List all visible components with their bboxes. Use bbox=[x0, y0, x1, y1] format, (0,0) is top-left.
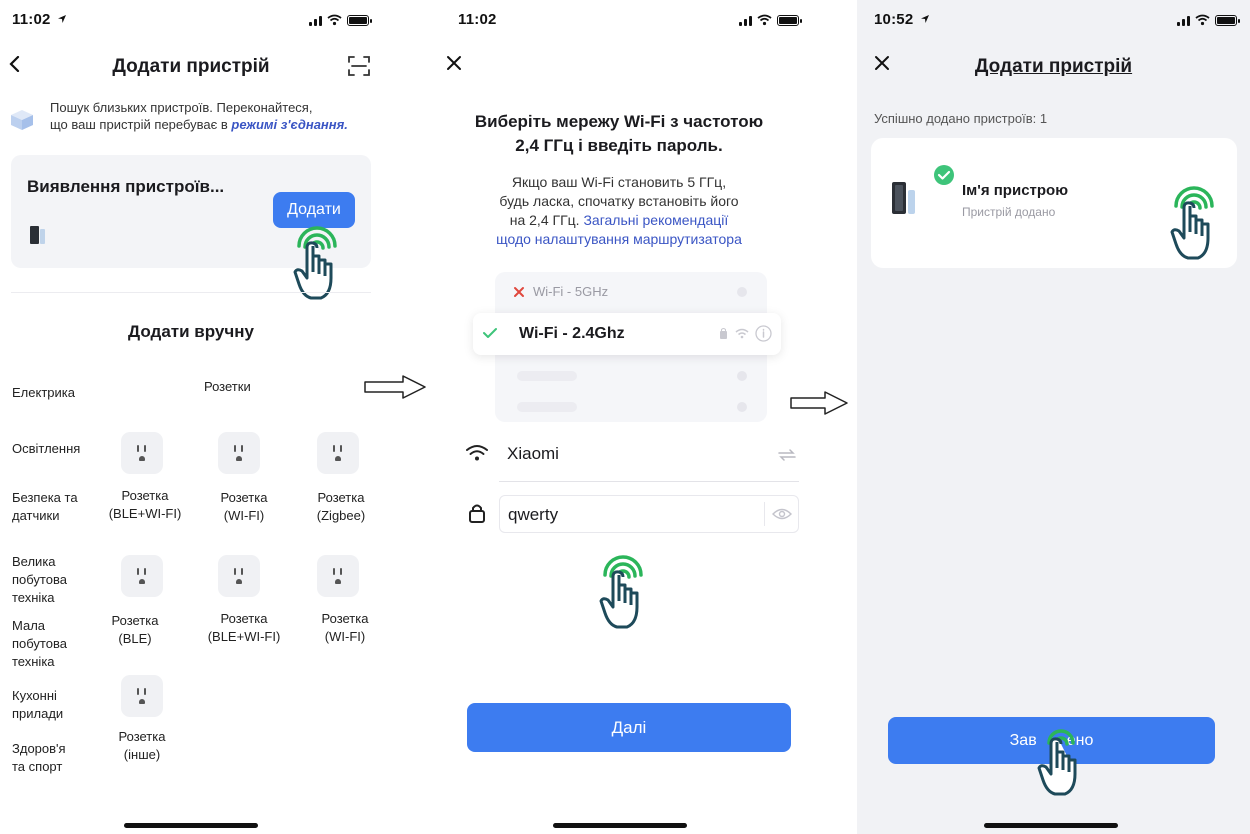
wifi-icon bbox=[466, 445, 488, 461]
arrow-right-icon bbox=[790, 391, 848, 415]
screen-add-device-search: 11:02 Додати пристрій Пошук близьких при… bbox=[0, 0, 382, 834]
device-label[interactable]: Розетка (Zigbee) bbox=[291, 489, 382, 525]
lock-small-icon bbox=[720, 328, 727, 339]
tap-hand-icon bbox=[599, 555, 643, 629]
network-item-5ghz: Wi-Fi - 5GHz bbox=[495, 274, 767, 310]
device-label[interactable]: Розетка (WI-FI) bbox=[194, 489, 294, 525]
separator bbox=[764, 502, 765, 526]
cellular-signal-icon bbox=[739, 14, 752, 26]
divider bbox=[499, 481, 799, 482]
wifi-status-icon bbox=[327, 14, 342, 26]
battery-icon bbox=[347, 14, 372, 26]
info-icon bbox=[737, 287, 747, 297]
page-title: Додати пристрій bbox=[112, 56, 270, 77]
location-arrow-icon bbox=[57, 15, 66, 23]
success-count-label: Успішно додано пристроїв: 1 bbox=[874, 111, 1048, 126]
battery-icon bbox=[777, 14, 802, 26]
detected-device-icon bbox=[30, 226, 45, 244]
status-icons bbox=[739, 14, 802, 26]
network-placeholder bbox=[517, 402, 577, 412]
socket-icon[interactable] bbox=[317, 555, 359, 597]
wifi-heading: Виберіть мережу Wi-Fi з частотою 2,4 ГГц… bbox=[474, 112, 764, 155]
divider bbox=[11, 292, 371, 293]
password-input[interactable]: qwerty bbox=[508, 505, 558, 525]
router-guide-link[interactable]: Загальні рекомендації bbox=[583, 212, 728, 228]
category-item-security[interactable]: Безпека та датчики bbox=[12, 489, 78, 525]
x-mark-icon bbox=[514, 287, 524, 297]
close-icon[interactable] bbox=[446, 55, 462, 71]
eye-icon[interactable] bbox=[772, 507, 792, 521]
category-item-lighting[interactable]: Освітлення bbox=[12, 440, 80, 458]
network-item-24ghz[interactable]: Wi-Fi - 2.4Ghz bbox=[473, 313, 781, 355]
device-status: Пристрій додано bbox=[962, 205, 1056, 219]
status-time: 11:02 bbox=[12, 11, 67, 28]
battery-icon bbox=[1215, 14, 1240, 26]
network-name: Wi-Fi - 2.4Ghz bbox=[519, 325, 625, 342]
device-label[interactable]: Розетка (BLE) bbox=[85, 612, 185, 648]
status-time: 10:52 bbox=[874, 11, 930, 28]
tap-hand-icon bbox=[1170, 186, 1214, 260]
socket-icon[interactable] bbox=[218, 432, 260, 474]
wifi-status-icon bbox=[757, 14, 772, 26]
device-router-icon bbox=[892, 182, 915, 214]
wifi-hint: Якщо ваш Wi-Fi становить 5 ГГц, будь лас… bbox=[433, 173, 805, 249]
socket-icon[interactable] bbox=[121, 675, 163, 717]
wifi-status-icon bbox=[1195, 14, 1210, 26]
network-placeholder-dot bbox=[737, 371, 747, 381]
category-item-electrical[interactable]: Електрика bbox=[12, 384, 75, 402]
tap-hand-icon bbox=[293, 226, 337, 300]
add-device-button[interactable]: Додати bbox=[273, 192, 355, 228]
checkmark-icon bbox=[483, 328, 497, 338]
category-item-large-appliances[interactable]: Велика побутова техніка bbox=[12, 553, 67, 607]
status-time: 11:02 bbox=[458, 11, 497, 28]
socket-icon[interactable] bbox=[121, 432, 163, 474]
socket-icon[interactable] bbox=[218, 555, 260, 597]
home-indicator bbox=[984, 823, 1118, 828]
device-label[interactable]: Розетка (WI-FI) bbox=[295, 610, 382, 646]
socket-icon[interactable] bbox=[121, 555, 163, 597]
switch-network-icon[interactable] bbox=[777, 449, 797, 461]
socket-icon[interactable] bbox=[317, 432, 359, 474]
screen-wifi-setup: 11:02 Виберіть мережу Wi-Fi з частотою 2… bbox=[433, 0, 805, 834]
info-icon[interactable] bbox=[755, 325, 772, 342]
device-cube-icon bbox=[11, 110, 33, 130]
location-arrow-icon bbox=[920, 15, 929, 23]
pairing-mode-link[interactable]: режимі з'єднання. bbox=[231, 117, 348, 132]
screen-device-added: 10:52 Додати пристрій Успішно додано при… bbox=[857, 0, 1250, 834]
status-icons bbox=[1177, 14, 1240, 26]
wifi-signal-icon bbox=[735, 328, 749, 339]
status-icons bbox=[309, 14, 372, 26]
scan-qr-icon[interactable] bbox=[347, 55, 371, 77]
ssid-input[interactable]: Xiaomi bbox=[507, 444, 559, 464]
manual-add-title: Додати вручну bbox=[128, 322, 254, 341]
tap-hand-icon bbox=[1037, 729, 1077, 796]
detecting-label: Виявлення пристроїв... bbox=[27, 177, 225, 196]
home-indicator bbox=[553, 823, 687, 828]
network-name: Wi-Fi - 5GHz bbox=[533, 284, 609, 299]
router-guide-link-cont[interactable]: щодо налаштування маршрутизатора bbox=[433, 230, 805, 249]
device-label[interactable]: Розетка (BLE+WI-FI) bbox=[194, 610, 294, 646]
page-title: Додати пристрій bbox=[974, 56, 1133, 77]
password-field[interactable]: qwerty bbox=[499, 495, 799, 533]
device-name: Ім'я пристрою bbox=[962, 182, 1069, 199]
device-label[interactable]: Розетка (інше) bbox=[92, 728, 192, 764]
network-placeholder-dot bbox=[737, 402, 747, 412]
device-label[interactable]: Розетка (BLE+WI-FI) bbox=[95, 487, 195, 523]
cellular-signal-icon bbox=[309, 14, 322, 26]
success-check-icon bbox=[934, 165, 954, 185]
next-button[interactable]: Далі bbox=[467, 703, 791, 752]
category-item-health[interactable]: Здоров'я та спорт bbox=[12, 740, 66, 776]
network-placeholder bbox=[517, 371, 577, 381]
subcategory-title: Розетки bbox=[204, 379, 251, 394]
search-description: Пошук близьких пристроїв. Переконайтеся,… bbox=[50, 100, 348, 132]
lock-icon bbox=[469, 504, 485, 523]
category-item-small-appliances[interactable]: Мала побутова техніка bbox=[12, 617, 67, 671]
category-item-kitchen[interactable]: Кухонні прилади bbox=[12, 687, 63, 723]
cellular-signal-icon bbox=[1177, 14, 1190, 26]
home-indicator bbox=[124, 823, 258, 828]
arrow-right-icon bbox=[364, 375, 426, 399]
